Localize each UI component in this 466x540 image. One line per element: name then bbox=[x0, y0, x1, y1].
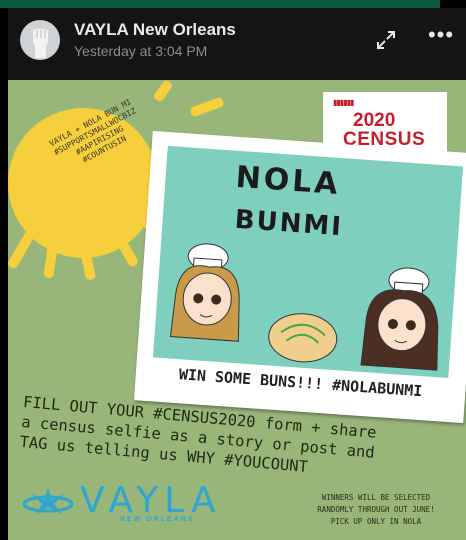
post-header: VAYLA New Orleans Yesterday at 3:04 PM •… bbox=[8, 8, 466, 80]
post-image[interactable]: VAYLA + NOLA BUN MI #SUPPORTSMALLWOCBIZ … bbox=[8, 80, 466, 540]
census-people-icon: ▮▮▮▮▮▮ bbox=[333, 98, 354, 107]
top-bar bbox=[0, 0, 466, 8]
illustration: NOLA BUNMI bbox=[153, 145, 464, 379]
raised-fist-icon bbox=[33, 29, 48, 58]
winners-line: PICK UP ONLY IN NOLA bbox=[330, 517, 422, 526]
vayla-subtitle: NEW ORLEANS bbox=[120, 516, 195, 523]
more-options-icon[interactable]: ••• bbox=[424, 24, 458, 52]
winners-line: WINNERS WILL BE SELECTED bbox=[321, 493, 431, 502]
page-name[interactable]: VAYLA New Orleans bbox=[74, 20, 236, 40]
polaroid-frame: NOLA BUNMI WIN SOME BUNS!!! #NOLABUNMI bbox=[133, 130, 466, 424]
expand-icon[interactable] bbox=[372, 26, 400, 54]
winners-note: WINNERS WILL BE SELECTED RANDOMLY THROUG… bbox=[286, 492, 466, 528]
top-accent bbox=[0, 0, 440, 8]
avatar[interactable] bbox=[20, 20, 60, 60]
vayla-wordmark: VAYLA bbox=[80, 480, 222, 521]
winners-line: RANDOMLY THROUGH OUT JUNE! bbox=[317, 505, 435, 514]
vayla-swoosh-icon bbox=[22, 488, 74, 514]
sun-ray bbox=[189, 96, 225, 118]
vayla-logo: VAYLA NEW ORLEANS bbox=[22, 480, 222, 524]
chef-characters-illustration bbox=[169, 243, 439, 371]
post-timestamp[interactable]: Yesterday at 3:04 PM bbox=[74, 43, 207, 59]
sun-graphic: VAYLA + NOLA BUN MI #SUPPORTSMALLWOCBIZ … bbox=[8, 97, 158, 258]
